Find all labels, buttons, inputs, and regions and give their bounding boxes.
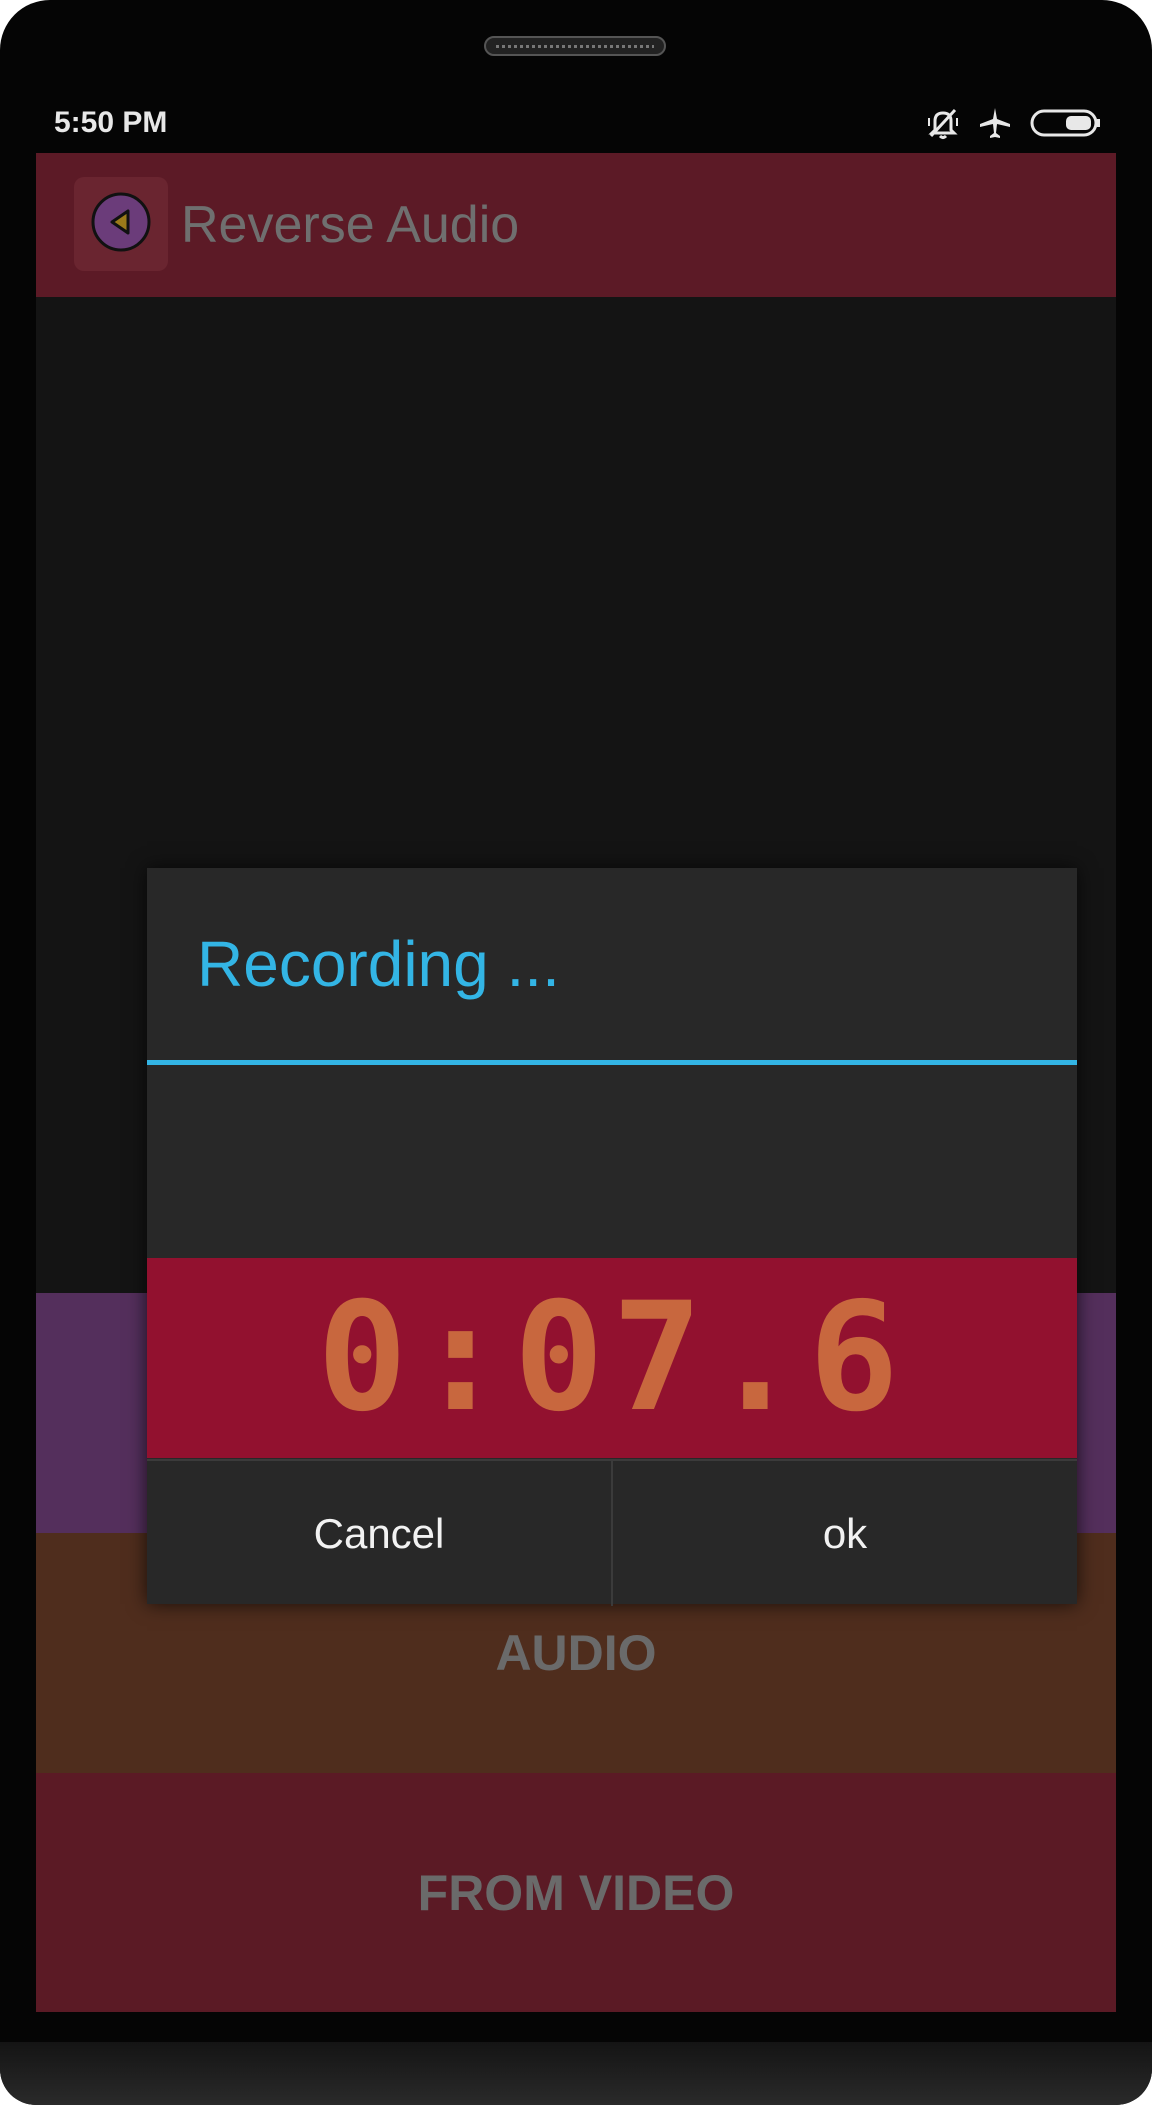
status-time: 5:50 PM	[54, 106, 168, 139]
cancel-button[interactable]: Cancel	[147, 1461, 611, 1606]
battery-icon	[1030, 108, 1102, 138]
back-triangle-icon	[90, 191, 152, 258]
app-screen: Reverse Audio AUDIO FROM VIDEO Recording…	[36, 153, 1116, 2012]
earpiece-speaker	[484, 36, 666, 56]
phone-frame: 5:50 PM Reverse Audio AUDIO FROM VIDEO R…	[0, 0, 1152, 2105]
recording-dialog: Recording ... 0:07.6 Cancel ok	[147, 868, 1077, 1606]
status-icons	[926, 103, 1102, 143]
back-button[interactable]	[74, 177, 168, 271]
bell-off-icon	[926, 106, 960, 140]
app-bar: Reverse Audio	[36, 153, 1116, 297]
ok-button[interactable]: ok	[613, 1461, 1077, 1606]
dialog-title: Recording ...	[197, 928, 560, 1000]
dialog-title-divider	[147, 1060, 1077, 1065]
dialog-button-row: Cancel ok	[147, 1459, 1077, 1606]
from-video-button[interactable]: FROM VIDEO	[36, 1773, 1116, 2012]
app-title: Reverse Audio	[181, 196, 520, 254]
phone-bottom-bezel	[0, 2042, 1152, 2105]
timer-panel: 0:07.6	[147, 1258, 1077, 1458]
airplane-icon	[978, 106, 1012, 140]
recording-timer: 0:07.6	[317, 1271, 907, 1445]
